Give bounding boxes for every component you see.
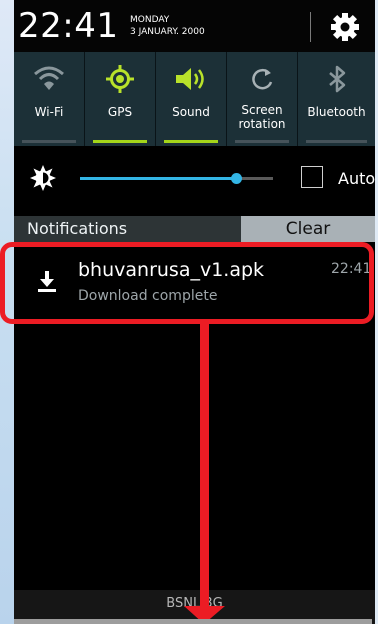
annotation-highlight-box bbox=[0, 242, 374, 324]
auto-brightness-checkbox[interactable] bbox=[301, 166, 323, 188]
header-divider bbox=[310, 12, 311, 42]
gps-icon bbox=[106, 65, 134, 93]
notifications-header: Notifications Clear bbox=[14, 216, 375, 242]
bluetooth-icon bbox=[328, 65, 345, 93]
gear-icon[interactable] bbox=[330, 12, 360, 42]
toggle-indicator bbox=[22, 140, 76, 143]
speaker-icon bbox=[176, 68, 204, 90]
toggle-indicator bbox=[235, 140, 289, 143]
rotation-icon bbox=[252, 68, 273, 90]
toggle-label: GPS bbox=[107, 105, 133, 119]
carrier-label: BSNL 3G bbox=[166, 596, 223, 611]
toggle-sound[interactable]: Sound bbox=[156, 52, 227, 146]
toggle-gps[interactable]: GPS bbox=[85, 52, 156, 146]
toggle-indicator bbox=[164, 140, 218, 143]
quick-settings: Wi-Fi GPS Sound Screen rotation Bluetoot… bbox=[14, 52, 375, 146]
toggle-label-text: Screen rotation bbox=[238, 103, 286, 131]
brightness-slider-fill[interactable] bbox=[80, 177, 236, 180]
status-header: 22:41 MONDAY 3 JANUARY. 2000 bbox=[14, 0, 375, 52]
clock: 22:41 bbox=[18, 6, 119, 46]
toggle-label: Sound bbox=[172, 105, 210, 119]
toggle-indicator bbox=[306, 140, 367, 143]
toggle-indicator bbox=[93, 140, 147, 143]
toggle-bluetooth[interactable]: Bluetooth bbox=[298, 52, 375, 146]
day-label: MONDAY bbox=[130, 15, 170, 25]
brightness-slider-thumb[interactable] bbox=[231, 173, 242, 184]
toggle-wifi[interactable]: Wi-Fi bbox=[14, 52, 85, 146]
toggle-label: Screen rotation bbox=[227, 103, 297, 131]
auto-brightness-label: Auto bbox=[338, 169, 375, 188]
toggle-screen-rotation[interactable]: Screen rotation bbox=[227, 52, 298, 146]
toggle-label: Wi-Fi bbox=[34, 105, 64, 119]
wifi-icon bbox=[34, 66, 64, 90]
clear-button-label: Clear bbox=[285, 219, 331, 239]
panel-drag-handle[interactable] bbox=[14, 619, 372, 624]
date-label: 3 JANUARY. 2000 bbox=[130, 27, 205, 37]
notifications-title: Notifications bbox=[27, 219, 128, 238]
annotation-arrow-shaft bbox=[200, 324, 209, 614]
clear-button[interactable]: Clear bbox=[241, 216, 375, 242]
brightness-icon bbox=[30, 165, 56, 191]
toggle-label: Bluetooth bbox=[307, 105, 366, 119]
